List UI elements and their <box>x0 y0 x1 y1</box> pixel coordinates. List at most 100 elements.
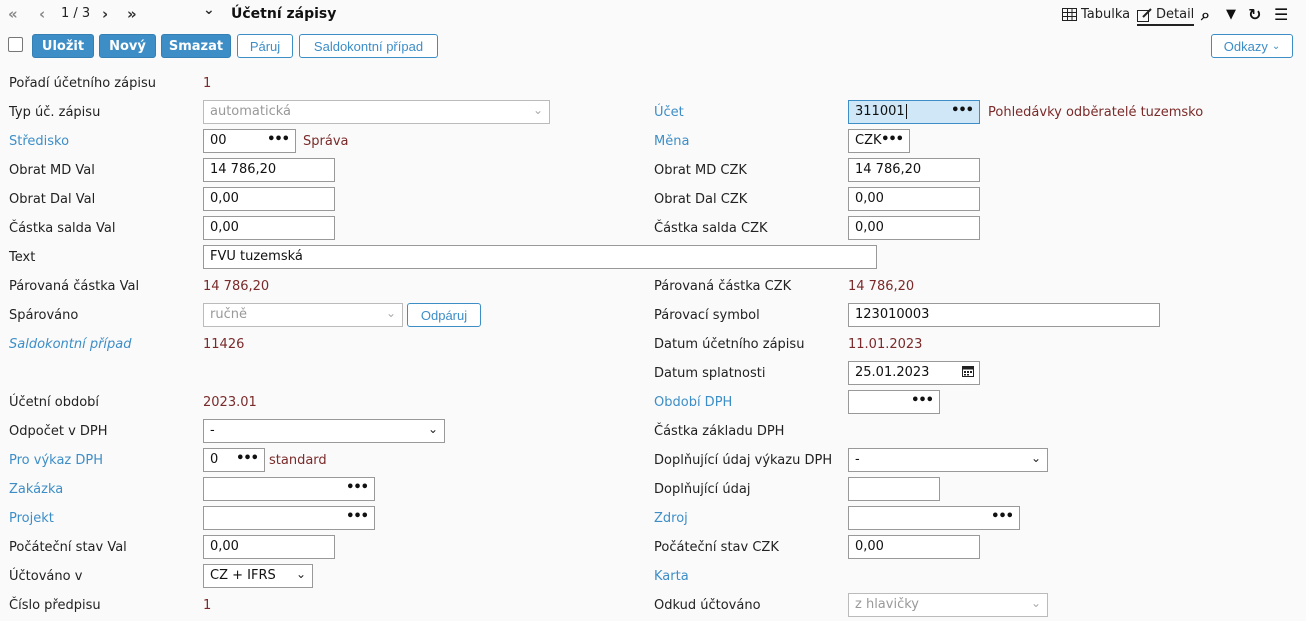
unpair-button[interactable]: Odpáruj <box>407 303 481 327</box>
first-record-icon[interactable]: « <box>8 4 18 24</box>
view-table-label: Tabulka <box>1081 7 1131 22</box>
parovana-val-value: 14 786,20 <box>203 279 270 294</box>
lookup-dots-icon[interactable]: ••• <box>911 393 934 408</box>
obrat-md-val-input[interactable]: 14 786,20 <box>203 158 335 182</box>
uctovano-label: Účtováno v <box>9 569 83 584</box>
odpocet-dph-select[interactable]: - ⌄ <box>203 419 445 443</box>
ucet-label[interactable]: Účet <box>654 105 684 120</box>
odkud-value: z hlavičky <box>855 597 919 612</box>
stredisko-description: Správa <box>303 134 349 149</box>
lookup-dots-icon[interactable]: ••• <box>346 509 369 524</box>
ucet-description: Pohledávky odběratelé tuzemsko <box>988 105 1204 120</box>
parovaci-symbol-label: Párovací symbol <box>654 308 760 323</box>
poradi-label: Pořadí účetního zápisu <box>9 76 156 91</box>
previous-record-icon[interactable]: ‹ <box>39 4 45 24</box>
obdobi-dph-label[interactable]: Období DPH <box>654 395 732 410</box>
next-record-icon[interactable]: › <box>102 4 108 24</box>
doplnujici-vykaz-select[interactable]: - ⌄ <box>848 448 1048 472</box>
chevron-down-icon: ⌄ <box>295 567 306 581</box>
refresh-icon[interactable]: ↻ <box>1248 5 1261 25</box>
chevron-down-icon: ⌄ <box>385 306 396 320</box>
filter-icon[interactable]: ▼ <box>1226 5 1236 25</box>
mena-input-value: CZK <box>855 133 882 148</box>
text-input[interactable]: FVU tuzemská <box>203 245 877 269</box>
menu-icon[interactable]: ☰ <box>1274 5 1288 25</box>
karta-link[interactable]: Karta <box>654 569 689 584</box>
new-button[interactable]: Nový <box>99 34 156 58</box>
mena-input[interactable]: CZK ••• <box>848 129 910 153</box>
last-record-icon[interactable]: » <box>127 4 137 24</box>
doplnujici-udaj-input[interactable] <box>848 477 940 501</box>
lookup-dots-icon[interactable]: ••• <box>346 480 369 495</box>
lookup-dots-icon[interactable]: ••• <box>236 451 259 466</box>
pocatecni-czk-input[interactable]: 0,00 <box>848 535 980 559</box>
zakazka-label[interactable]: Zakázka <box>9 482 63 497</box>
chevron-down-icon: ⌄ <box>1030 596 1041 610</box>
stredisko-input[interactable]: 00 ••• <box>203 129 296 153</box>
lookup-dots-icon[interactable]: ••• <box>951 103 974 118</box>
odpocet-dph-value: - <box>210 423 215 438</box>
search-icon[interactable]: ⌕ <box>1201 5 1210 25</box>
datum-splatnosti-input[interactable]: 25.01.2023 <box>848 361 980 385</box>
lookup-dots-icon[interactable]: ••• <box>881 132 904 147</box>
pocatecni-val-input[interactable]: 0,00 <box>203 535 335 559</box>
balance-case-button[interactable]: Saldokontní případ <box>299 34 438 58</box>
datum-zapisu-value: 11.01.2023 <box>848 337 923 352</box>
projekt-label[interactable]: Projekt <box>9 511 54 526</box>
pro-vykaz-value: 0 <box>210 452 219 467</box>
sparovano-select-value: ručně <box>210 307 247 322</box>
uctovano-select[interactable]: CZ + IFRS ⌄ <box>203 564 313 588</box>
mena-label[interactable]: Měna <box>654 134 689 149</box>
doplnujici-udaj-label: Doplňující údaj <box>654 482 751 497</box>
odkud-select: z hlavičky ⌄ <box>848 593 1048 617</box>
parovana-czk-value: 14 786,20 <box>848 279 915 294</box>
ucet-input-value: 311001 <box>855 104 905 119</box>
datum-zapisu-label: Datum účetního zápisu <box>654 337 805 352</box>
ucet-input[interactable]: 311001 ••• <box>848 100 980 124</box>
table-icon <box>1062 8 1077 21</box>
view-detail-toggle[interactable]: Detail <box>1137 7 1195 26</box>
links-label: Odkazy <box>1223 38 1268 54</box>
parovana-czk-label: Párovaná částka CZK <box>654 279 792 294</box>
page-title: Účetní zápisy <box>231 6 337 22</box>
lookup-dots-icon[interactable]: ••• <box>991 509 1014 524</box>
pocatecni-czk-label: Počáteční stav CZK <box>654 540 779 555</box>
saldokontni-label[interactable]: Saldokontní případ <box>9 337 132 352</box>
obrat-md-czk-input[interactable]: 14 786,20 <box>848 158 980 182</box>
zdroj-input[interactable]: ••• <box>848 506 1020 530</box>
chevron-down-icon: ⌄ <box>1271 40 1281 52</box>
castka-salda-czk-label: Částka salda CZK <box>654 221 768 236</box>
select-checkbox[interactable] <box>8 37 23 52</box>
pro-vykaz-label[interactable]: Pro výkaz DPH <box>9 453 103 468</box>
chevron-down-icon[interactable]: ⌄ <box>203 0 215 20</box>
sparovano-label: Spárováno <box>9 308 79 323</box>
pair-button[interactable]: Páruj <box>237 34 293 58</box>
parovaci-symbol-input[interactable]: 123010003 <box>848 303 1160 327</box>
obdobi-dph-input[interactable]: ••• <box>848 390 940 414</box>
stredisko-label[interactable]: Středisko <box>9 134 69 149</box>
obrat-dal-czk-label: Obrat Dal CZK <box>654 192 748 207</box>
chevron-down-icon: ⌄ <box>427 422 438 436</box>
zakazka-input[interactable]: ••• <box>203 477 375 501</box>
parovana-val-label: Párovaná částka Val <box>9 279 140 294</box>
record-pager: 1 / 3 <box>61 6 91 21</box>
view-table-toggle[interactable]: Tabulka <box>1062 7 1130 22</box>
castka-salda-val-input[interactable]: 0,00 <box>203 216 335 240</box>
calendar-icon[interactable] <box>962 365 974 380</box>
obrat-dal-czk-input[interactable]: 0,00 <box>848 187 980 211</box>
typ-label: Typ úč. zápisu <box>9 105 101 120</box>
lookup-dots-icon[interactable]: ••• <box>267 132 290 147</box>
castka-salda-czk-input[interactable]: 0,00 <box>848 216 980 240</box>
delete-button[interactable]: Smazat <box>161 34 231 58</box>
cislo-predpisu-value: 1 <box>203 598 212 613</box>
pro-vykaz-input[interactable]: 0 ••• <box>203 448 265 472</box>
links-dropdown-button[interactable]: Odkazy ⌄ <box>1211 34 1293 58</box>
obrat-dal-val-input[interactable]: 0,00 <box>203 187 335 211</box>
datum-splatnosti-value: 25.01.2023 <box>855 365 930 380</box>
zdroj-label[interactable]: Zdroj <box>654 511 688 526</box>
odpocet-dph-label: Odpočet v DPH <box>9 424 108 439</box>
save-button[interactable]: Uložit <box>32 34 94 58</box>
ucetni-obdobi-value: 2023.01 <box>203 395 257 410</box>
projekt-input[interactable]: ••• <box>203 506 375 530</box>
stredisko-input-value: 00 <box>210 133 227 148</box>
